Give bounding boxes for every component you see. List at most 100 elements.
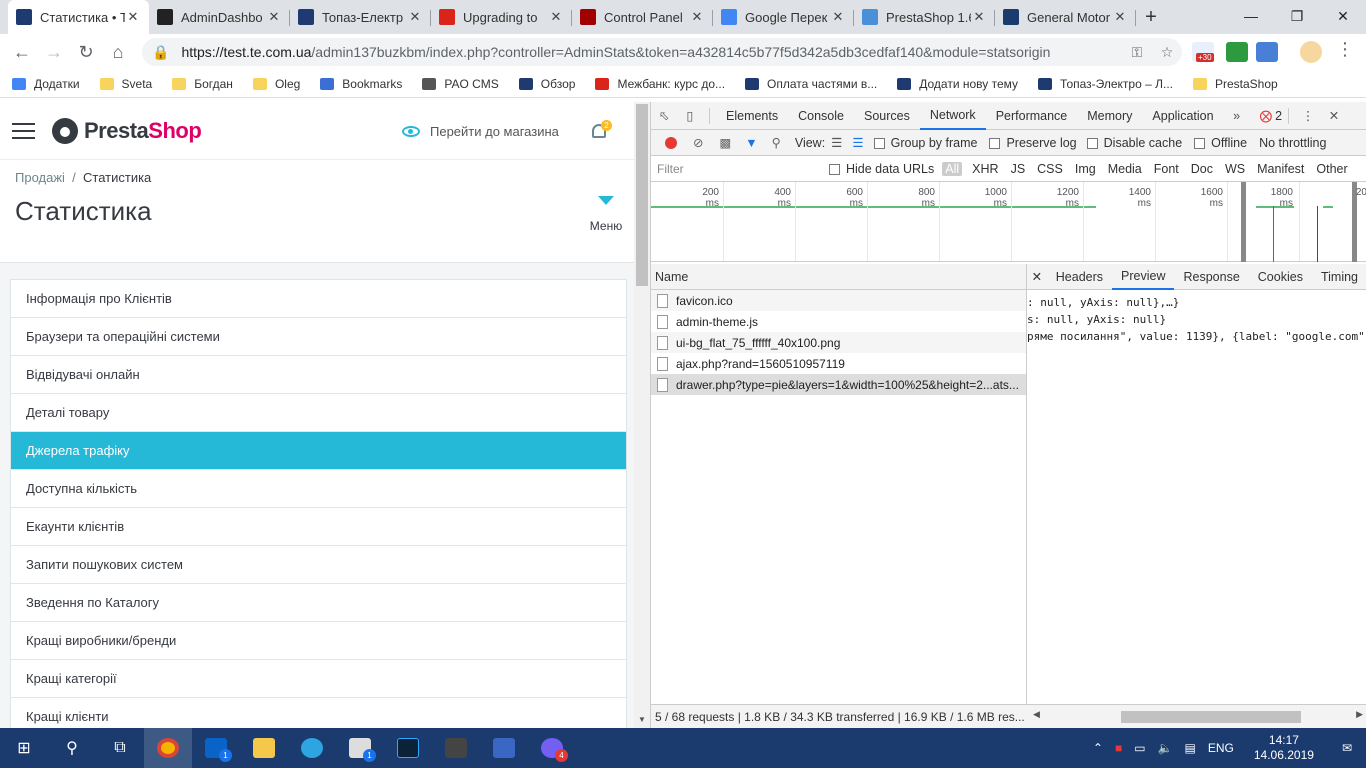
offline-checkbox[interactable]: Offline (1194, 136, 1247, 150)
close-tab-icon[interactable]: ✕ (1112, 9, 1128, 25)
detail-tab[interactable]: Response (1174, 264, 1248, 290)
waterfall-icon[interactable]: ☰ (852, 135, 863, 150)
type-filter[interactable]: WS (1219, 162, 1251, 176)
stats-menu-item[interactable]: Джерела трафіку (11, 432, 626, 470)
browser-tab[interactable]: Статистика • Т ✕ (8, 0, 149, 34)
type-filter[interactable]: Img (1069, 162, 1102, 176)
viber-icon[interactable]: 4 (528, 728, 576, 768)
filter-icon[interactable]: ▼ (745, 136, 757, 150)
browser-tab[interactable]: Upgrading to ✕ (431, 0, 572, 34)
close-tab-icon[interactable]: ✕ (689, 9, 705, 25)
inspect-element-icon[interactable]: ⬁ (651, 108, 677, 123)
bookmark-item[interactable]: Обзор (518, 77, 575, 91)
antivirus-icon[interactable]: ■ (1109, 741, 1128, 755)
breadcrumb-parent[interactable]: Продажі (15, 170, 65, 185)
device-toolbar-icon[interactable]: ▯ (677, 108, 703, 123)
minimize-icon[interactable]: — (1228, 0, 1274, 32)
stats-menu-item[interactable]: Кращі категорії (11, 660, 626, 698)
stats-menu-item[interactable]: Екаунти клієнтів (11, 508, 626, 546)
stats-menu-item[interactable]: Кращі клієнти (11, 698, 626, 728)
battery-icon[interactable]: ▭ (1128, 741, 1151, 755)
clear-icon[interactable]: ⊘ (693, 135, 703, 150)
network-icon[interactable]: ▤ (1179, 741, 1202, 755)
detail-tab[interactable]: Headers (1047, 264, 1112, 290)
bookmark-item[interactable]: Оплата частями в... (745, 77, 877, 91)
windows-start-icon[interactable]: ⊞ (0, 728, 48, 768)
more-tabs-icon[interactable]: » (1224, 109, 1250, 123)
request-row[interactable]: admin-theme.js (651, 311, 1026, 332)
search-icon[interactable]: ⚲ (48, 728, 96, 768)
telegram-icon[interactable] (288, 728, 336, 768)
close-detail-icon[interactable]: ✕ (1027, 269, 1047, 284)
type-filter[interactable]: Doc (1185, 162, 1219, 176)
profile-avatar[interactable] (1300, 41, 1322, 63)
close-tab-icon[interactable]: ✕ (830, 9, 846, 25)
translate-extension-icon[interactable] (1256, 42, 1278, 62)
overview-handle-left[interactable] (1241, 182, 1246, 262)
devtools-tab[interactable]: Application (1142, 102, 1223, 130)
mail-icon[interactable]: 1 (336, 728, 384, 768)
photoshop-icon[interactable] (384, 728, 432, 768)
browser-tab[interactable]: PrestaShop 1.6 ✕ (854, 0, 995, 34)
network-overview-timeline[interactable]: 200 ms 400 ms 600 ms 800 ms 1000 ms 1200 ms 14… (651, 182, 1366, 262)
devtools-tab[interactable]: Sources (854, 102, 920, 130)
remote-desktop-icon[interactable] (480, 728, 528, 768)
detail-tab[interactable]: Preview (1112, 264, 1175, 290)
record-icon[interactable] (665, 136, 677, 149)
stats-menu-item[interactable]: Доступна кількість (11, 470, 626, 508)
bookmark-item[interactable]: Додати нову тему (897, 77, 1018, 91)
browser-tab[interactable]: Control Panel ✕ (572, 0, 713, 34)
devtools-tab[interactable]: Console (788, 102, 854, 130)
calculator-icon[interactable] (432, 728, 480, 768)
detail-tab[interactable]: Timing (1312, 264, 1366, 290)
maximize-icon[interactable]: ❐ (1274, 0, 1320, 32)
hamburger-menu-icon[interactable] (12, 123, 35, 139)
type-filter[interactable]: JS (1005, 162, 1032, 176)
action-center-icon[interactable]: ✉ (1328, 741, 1366, 755)
green-extension-icon[interactable] (1226, 42, 1248, 62)
request-row[interactable]: ajax.php?rand=1560510957119 (651, 353, 1026, 374)
close-tab-icon[interactable]: ✕ (407, 9, 423, 25)
stats-menu-item[interactable]: Відвідувачі онлайн (11, 356, 626, 394)
scrollbar-thumb[interactable] (636, 104, 648, 286)
type-filter[interactable]: Manifest (1251, 162, 1310, 176)
chrome-taskbar-icon[interactable] (144, 728, 192, 768)
close-tab-icon[interactable]: ✕ (125, 9, 141, 25)
hide-data-urls-checkbox[interactable]: Hide data URLs (829, 162, 934, 176)
outlook-taskbar-icon[interactable]: 1 (192, 728, 240, 768)
home-icon[interactable]: ⌂ (102, 36, 134, 68)
request-row[interactable]: ui-bg_flat_75_ffffff_40x100.png (651, 332, 1026, 353)
devtools-menu-icon[interactable]: ⋮ (1295, 108, 1321, 123)
type-filter[interactable]: All (942, 161, 963, 176)
preserve-log-checkbox[interactable]: Preserve log (989, 136, 1077, 150)
forward-icon[interactable]: → (38, 36, 70, 68)
bookmark-item[interactable]: Sveta (99, 77, 152, 91)
bookmark-item[interactable]: PAO CMS (422, 77, 499, 91)
scroll-right-arrow-icon[interactable]: ▶ (1356, 709, 1363, 720)
close-tab-icon[interactable]: ✕ (548, 9, 564, 25)
bookmark-item[interactable]: Межбанк: курс до... (595, 77, 725, 91)
bookmark-item[interactable]: Додатки (12, 77, 80, 91)
screenshot-icon[interactable]: ▩ (719, 135, 731, 150)
group-by-frame-checkbox[interactable]: Group by frame (873, 136, 977, 150)
error-counter[interactable]: ⨂ 2 (1260, 108, 1282, 124)
close-window-icon[interactable]: ✕ (1320, 0, 1366, 32)
stats-menu-item[interactable]: Деталі товару (11, 394, 626, 432)
scroll-down-arrow-icon[interactable]: ▼ (638, 715, 646, 724)
address-bar[interactable]: 🔒 https://test.te.com.ua/admin137buzkbm/… (142, 38, 1182, 66)
browser-tab[interactable]: Топаз-Електр ✕ (290, 0, 431, 34)
devtools-tab[interactable]: Memory (1077, 102, 1142, 130)
chrome-menu-icon[interactable]: ⋮ (1336, 39, 1354, 59)
bookmark-item[interactable]: PrestaShop (1193, 77, 1278, 91)
go-to-store-link[interactable]: Перейти до магазина (402, 124, 559, 139)
stats-menu-item[interactable]: Зведення по Каталогу (11, 584, 626, 622)
scrollbar-thumb[interactable] (1121, 711, 1301, 723)
large-rows-icon[interactable]: ☰ (831, 135, 842, 150)
notifications-bell-icon[interactable]: 2 (592, 120, 612, 142)
request-row[interactable]: drawer.php?type=pie&layers=1&width=100%2… (651, 374, 1026, 395)
browser-tab[interactable]: General Motor ✕ (995, 0, 1136, 34)
clock[interactable]: 14:17 14.06.2019 (1240, 733, 1328, 763)
type-filter[interactable]: Font (1148, 162, 1185, 176)
search-icon[interactable]: ⚲ (772, 135, 781, 150)
menu-toggle[interactable]: Меню (586, 196, 626, 233)
